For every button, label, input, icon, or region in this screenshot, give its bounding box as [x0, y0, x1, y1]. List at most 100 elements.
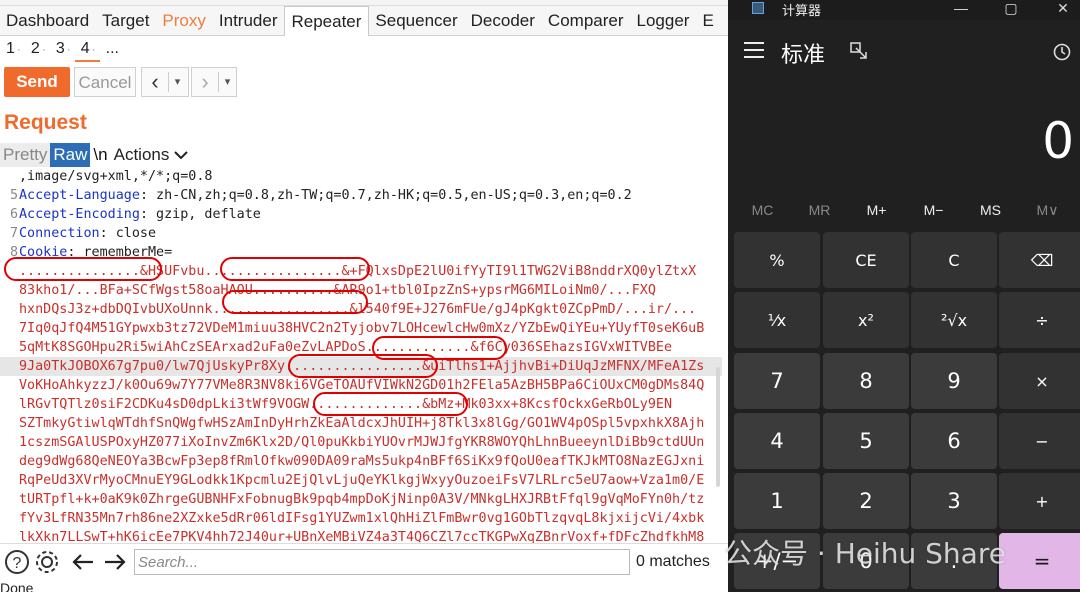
chevron-down-icon — [174, 151, 189, 160]
pretty-tab[interactable]: Pretty — [0, 143, 51, 167]
burp-window: Dashboard Target Proxy Intruder Repeater… — [0, 0, 728, 592]
cookie-line: deg9dWg68QeNEOYa3BcwFp3ep8fRmlOfkw090DA0… — [0, 452, 722, 471]
minimize-icon[interactable]: — — [946, 0, 976, 16]
tab-dashboard[interactable]: Dashboard — [0, 6, 96, 36]
cookie-value: ...............&HSUFvbu.................… — [19, 264, 697, 279]
cookie-value: 5qMtK8SGOHpu2Ri5wiAhCzSEArxad2uFa0eZvLAP… — [19, 340, 673, 355]
tab-target[interactable]: Target — [96, 6, 156, 36]
editor-scrollbar[interactable] — [716, 367, 720, 487]
previous-match-icon[interactable] — [68, 547, 98, 577]
square-key[interactable]: x² — [823, 292, 909, 348]
header-value: : zh-CN,zh;q=0.8,zh-TW;q=0.7,zh-HK;q=0.5… — [139, 188, 632, 203]
digit-6-key[interactable]: 6 — [911, 413, 997, 469]
tab-proxy[interactable]: Proxy — [156, 6, 212, 36]
cookie-line-highlighted: 9Ja0TkJOBOX67g7pu0/lw7QjUskyPr8Xy.......… — [0, 357, 722, 376]
reciprocal-key[interactable]: ¹⁄x — [734, 292, 820, 348]
match-count: 0 matches — [636, 553, 710, 570]
forward-arrow-icon[interactable]: › — [192, 69, 218, 95]
repeater-tab-label: 2 — [30, 40, 40, 57]
backspace-key[interactable]: ⌫ — [999, 232, 1080, 288]
header-value: : close — [99, 226, 157, 241]
tab-extender[interactable]: E — [696, 6, 720, 36]
memory-add-button[interactable]: M+ — [848, 198, 905, 222]
subtract-key[interactable]: − — [999, 413, 1080, 469]
next-match-icon[interactable] — [100, 547, 130, 577]
keep-on-top-icon[interactable] — [850, 42, 868, 60]
main-tabs: Dashboard Target Proxy Intruder Repeater… — [0, 6, 728, 36]
newline-toggle[interactable]: \n — [90, 143, 110, 167]
cookie-value: deg9dWg68QeNEOYa3BcwFp3ep8fRmlOfkw090DA0… — [19, 454, 705, 469]
search-input[interactable] — [134, 549, 630, 575]
header-name: Accept-Language — [19, 188, 140, 203]
line-number: 8 — [9, 245, 18, 260]
calculator-header: 标准 — [728, 34, 1080, 74]
tab-intruder[interactable]: Intruder — [213, 6, 285, 36]
request-editor[interactable]: ,image/svg+xml,*/*;q=0.8 5Accept-Languag… — [0, 167, 722, 543]
header-value: ,image/svg+xml,*/*;q=0.8 — [19, 169, 213, 184]
digit-7-key[interactable]: 7 — [734, 353, 820, 409]
repeater-tab-2[interactable]: 2 · — [25, 36, 50, 62]
back-arrow-icon[interactable]: ‹ — [142, 69, 168, 95]
digit-4-key[interactable]: 4 — [734, 413, 820, 469]
memory-list-button[interactable]: M∨ — [1019, 198, 1076, 222]
tab-sequencer[interactable]: Sequencer — [369, 6, 464, 36]
repeater-tab-1[interactable]: 1 · — [0, 36, 25, 62]
memory-clear-button[interactable]: MC — [734, 198, 791, 222]
maximize-icon[interactable]: ▢ — [996, 0, 1026, 17]
actions-menu[interactable]: Actions — [111, 143, 193, 167]
digit-3-key[interactable]: 3 — [911, 473, 997, 529]
request-title: Request — [4, 111, 87, 134]
header-name: Accept-Encoding — [19, 207, 140, 222]
clear-entry-key[interactable]: CE — [823, 232, 909, 288]
memory-recall-button[interactable]: MR — [791, 198, 848, 222]
cookie-value: hxnDQsJ3z+dbDQIvbUXoUnnk................… — [19, 302, 697, 317]
memory-row: MC MR M+ M− MS M∨ — [734, 198, 1076, 222]
tab-logger[interactable]: Logger — [631, 6, 697, 36]
repeater-tab-4[interactable]: 4 · — [74, 36, 100, 62]
multiply-key[interactable]: × — [999, 353, 1080, 409]
send-button[interactable]: Send — [4, 67, 70, 97]
repeater-tab-dot: · — [41, 42, 46, 56]
digit-9-key[interactable]: 9 — [911, 353, 997, 409]
repeater-toolbar: Send Cancel ‹ ▾ › ▾ — [0, 64, 728, 98]
tab-comparer[interactable]: Comparer — [542, 6, 631, 36]
add-key[interactable]: + — [999, 473, 1080, 529]
calculator-app-icon — [752, 2, 764, 14]
cookie-value: SZTmkyGtiwlqWTdhfSnQWgfwHSzAmInDyHrhZkEa… — [19, 416, 705, 431]
equals-key[interactable]: = — [999, 533, 1080, 589]
help-icon[interactable]: ? — [2, 547, 32, 577]
memory-store-button[interactable]: MS — [962, 198, 1019, 222]
repeater-tab-label: ... — [105, 40, 119, 57]
memory-subtract-button[interactable]: M− — [905, 198, 962, 222]
cookie-value: lRGvTQTlz0siF2CDKu4sD0dpLki3tWf9VOGW....… — [19, 397, 673, 412]
divide-key[interactable]: ÷ — [999, 292, 1080, 348]
back-dropdown-icon[interactable]: ▾ — [168, 72, 186, 92]
raw-tab[interactable]: Raw — [50, 143, 91, 167]
header-value: : gzip, deflate — [139, 207, 261, 222]
percent-key[interactable]: % — [734, 232, 820, 288]
forward-dropdown-icon[interactable]: ▾ — [218, 72, 236, 92]
square-root-key[interactable]: ²√x — [911, 292, 997, 348]
cookie-line: RqPeUd3XVrMyoCMnuEY9GLodkk1Kpcmlu2EjQlvL… — [0, 471, 722, 490]
search-bar: ? 0 matches — [0, 543, 728, 579]
history-icon[interactable] — [1052, 42, 1072, 62]
clear-key[interactable]: C — [911, 232, 997, 288]
tab-repeater[interactable]: Repeater — [284, 6, 370, 36]
hamburger-menu-icon[interactable] — [744, 42, 764, 58]
cancel-button[interactable]: Cancel — [74, 67, 136, 97]
line-number: 6 — [9, 207, 18, 222]
request-line: 8Cookie: rememberMe= — [0, 243, 722, 262]
settings-gear-icon[interactable] — [32, 547, 62, 577]
cookie-line: 83kho1/...BFa+SCfWgst58oaHAOU..........&… — [0, 281, 722, 300]
tab-decoder[interactable]: Decoder — [465, 6, 542, 36]
digit-2-key[interactable]: 2 — [823, 473, 909, 529]
cookie-line: lkXkn7LLSwT+hK6icEe7PKV4hh72J40ur+UBnXeM… — [0, 528, 722, 543]
repeater-tab-dot: · — [91, 42, 96, 56]
repeater-tab-3[interactable]: 3 · — [50, 36, 75, 62]
digit-8-key[interactable]: 8 — [823, 353, 909, 409]
digit-5-key[interactable]: 5 — [823, 413, 909, 469]
cookie-value: tURTpfl+k+0aK9k0ZhrgeGUBNHFxFobnugBk9pqb… — [19, 492, 705, 507]
digit-1-key[interactable]: 1 — [734, 473, 820, 529]
close-icon[interactable]: ✕ — [1048, 0, 1078, 17]
repeater-tab-more[interactable]: ... — [100, 36, 123, 62]
